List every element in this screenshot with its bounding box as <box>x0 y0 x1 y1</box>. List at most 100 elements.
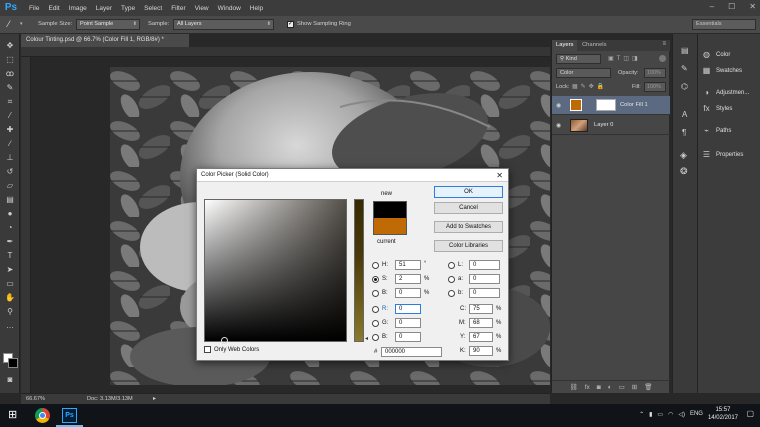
hue-radio[interactable] <box>372 262 379 269</box>
panel-styles[interactable]: fx Styles <box>702 104 732 113</box>
notifications-icon[interactable]: ▢ <box>746 409 754 418</box>
layer-row-color-fill[interactable]: ◉ Color Fill 1 <box>552 96 670 115</box>
tray-expand-icon[interactable]: ⌃ <box>639 411 644 418</box>
filter-type-icons[interactable]: ▣T◫◨ <box>608 55 641 62</box>
menu-view[interactable]: View <box>195 5 209 12</box>
quick-select-tool-icon[interactable]: ✎ <box>3 82 17 94</box>
blur-tool-icon[interactable]: ● <box>3 208 17 220</box>
brightness-field[interactable]: 0 <box>395 288 421 298</box>
panel-adjustments[interactable]: ◑ Adjustmen... <box>702 88 749 97</box>
menu-help[interactable]: Help <box>250 5 263 12</box>
link-layers-icon[interactable]: ⛓ <box>569 383 577 391</box>
eraser-tool-icon[interactable]: ▱ <box>3 180 17 192</box>
type-tool-icon[interactable]: T <box>3 250 17 262</box>
path-select-tool-icon[interactable]: ➤ <box>3 264 17 276</box>
paragraph-panel-icon[interactable]: ¶ <box>682 128 686 137</box>
b-channel-field[interactable]: 0 <box>469 288 500 298</box>
workspace-select[interactable]: Essentials <box>692 19 756 30</box>
a-channel-field[interactable]: 0 <box>469 274 500 284</box>
minimize-icon[interactable]: – <box>710 2 714 11</box>
visibility-eye-icon[interactable]: ◉ <box>556 102 561 109</box>
cyan-field[interactable]: 75 <box>469 304 493 314</box>
history-panel-icon[interactable]: ▤ <box>681 46 689 55</box>
layer-filter-select[interactable]: ⚲ Kind <box>556 54 601 64</box>
lightness-field[interactable]: 0 <box>469 260 500 270</box>
close-icon[interactable]: ✕ <box>749 2 756 11</box>
document-tab[interactable]: Colour Tinting.psd @ 66.7% (Color Fill 1… <box>21 34 189 47</box>
saturation-field[interactable]: 2 <box>395 274 421 284</box>
opacity-field[interactable]: 100% <box>644 68 666 78</box>
yellow-field[interactable]: 67 <box>469 332 493 342</box>
dodge-tool-icon[interactable]: ◔ <box>3 222 17 234</box>
show-sampling-ring-checkbox[interactable]: ✓ <box>287 21 294 28</box>
lasso-tool-icon[interactable]: ꝏ <box>3 68 17 80</box>
menu-filter[interactable]: Filter <box>171 5 185 12</box>
channels-panel-icon[interactable]: ❂ <box>680 166 688 177</box>
sample-size-select[interactable]: Point Sample <box>76 19 140 30</box>
hex-field[interactable]: 000000 <box>381 347 442 357</box>
new-layer-icon[interactable]: ⊞ <box>632 383 637 391</box>
green-radio[interactable] <box>372 320 379 327</box>
chrome-icon[interactable] <box>35 408 50 423</box>
saturation-brightness-field[interactable] <box>204 199 347 344</box>
close-icon[interactable]: ✕ <box>496 169 503 182</box>
extra-tools-icon[interactable]: … <box>3 320 17 332</box>
visibility-eye-icon[interactable]: ◉ <box>556 122 561 129</box>
menu-select[interactable]: Select <box>144 5 162 12</box>
menu-type[interactable]: Type <box>121 5 135 12</box>
volume-icon[interactable]: ◁) <box>678 411 685 418</box>
menu-file[interactable]: File <box>29 5 39 12</box>
layers-panel-icon[interactable]: ◈ <box>680 150 687 161</box>
add-to-swatches-button[interactable]: Add to Swatches <box>434 221 503 233</box>
zoom-level[interactable]: 66.67% <box>26 396 45 402</box>
crop-tool-icon[interactable]: ⌗ <box>3 96 17 108</box>
brush-tool-icon[interactable]: ∕ <box>3 138 17 150</box>
hand-tool-icon[interactable]: ✋ <box>3 292 17 304</box>
delete-layer-icon[interactable]: 🗑 <box>644 383 652 391</box>
filter-toggle-icon[interactable] <box>659 55 666 62</box>
lightness-radio[interactable] <box>448 262 455 269</box>
color-libraries-button[interactable]: Color Libraries <box>434 240 503 252</box>
only-web-colors-checkbox[interactable] <box>204 346 211 353</box>
clone-stamp-tool-icon[interactable]: ⊥ <box>3 152 17 164</box>
brush-panel-icon[interactable]: ✎ <box>681 64 688 73</box>
status-menu-arrow-icon[interactable]: ▸ <box>153 395 156 402</box>
eyedropper-tool-icon[interactable]: ⁄ <box>3 110 17 122</box>
move-tool-icon[interactable]: ✥ <box>3 40 17 52</box>
background-color-swatch[interactable] <box>8 358 18 368</box>
pen-tool-icon[interactable]: ✒ <box>3 236 17 248</box>
clone-panel-icon[interactable]: ⌬ <box>681 82 688 91</box>
wifi-icon[interactable]: ◠ <box>668 411 673 418</box>
healing-brush-tool-icon[interactable]: ✚ <box>3 124 17 136</box>
brightness-radio[interactable] <box>372 290 379 297</box>
add-mask-icon[interactable]: ◙ <box>597 384 601 391</box>
b-channel-radio[interactable] <box>448 290 455 297</box>
battery-icon[interactable]: ▭ <box>657 411 663 418</box>
gradient-tool-icon[interactable]: ▤ <box>3 194 17 206</box>
panel-menu-icon[interactable]: ≡ <box>662 41 666 47</box>
tool-preset-chevron-icon[interactable]: ▾ <box>20 21 23 27</box>
menu-window[interactable]: Window <box>218 5 241 12</box>
network-icon[interactable]: ▮ <box>649 411 652 418</box>
marquee-tool-icon[interactable]: ⬚ <box>3 54 17 66</box>
new-group-icon[interactable]: ▭ <box>619 383 625 391</box>
blue-radio[interactable] <box>372 334 379 341</box>
history-brush-tool-icon[interactable]: ↺ <box>3 166 17 178</box>
panel-color[interactable]: ◍ Color <box>702 50 730 59</box>
menu-image[interactable]: Image <box>69 5 87 12</box>
character-panel-icon[interactable]: A <box>682 110 687 119</box>
saturation-radio[interactable] <box>372 276 379 283</box>
color-field-marker[interactable] <box>221 337 228 344</box>
red-field[interactable]: 0 <box>395 304 421 314</box>
fill-field[interactable]: 100% <box>644 82 666 92</box>
blue-field[interactable]: 0 <box>395 332 421 342</box>
shape-tool-icon[interactable]: ▭ <box>3 278 17 290</box>
panel-properties[interactable]: ☰ Properties <box>702 150 743 159</box>
ok-button[interactable]: OK <box>434 186 503 198</box>
windows-start-icon[interactable]: ⊞ <box>8 408 23 423</box>
zoom-tool-icon[interactable]: ⚲ <box>3 306 17 318</box>
layer-row-layer-0[interactable]: ◉ Layer 0 <box>552 116 670 135</box>
magenta-field[interactable]: 68 <box>469 318 493 328</box>
photoshop-taskbar-icon[interactable]: Ps <box>62 408 77 423</box>
hue-field[interactable]: 51 <box>395 260 421 270</box>
